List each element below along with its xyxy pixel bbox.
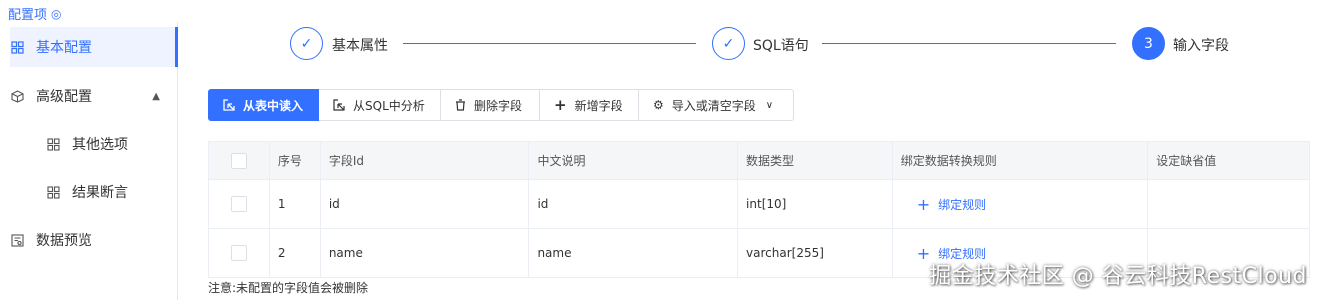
sidebar-item-advanced-config[interactable]: 高级配置 ▲ [10, 76, 178, 116]
step-number: 3 [1132, 27, 1165, 60]
table-header-row: 序号 字段Id 中文说明 数据类型 绑定数据转换规则 设定缺省值 [209, 142, 1309, 180]
check-icon: ✓ [712, 27, 745, 60]
watermark: 掘金技术社区 @ 谷云科技RestCloud [929, 264, 1307, 289]
row-checkbox[interactable] [231, 196, 247, 212]
table-row[interactable]: 1 id id int[10] + 绑定规则 [209, 180, 1309, 229]
preview-icon [10, 233, 24, 247]
row-index: 2 [270, 229, 321, 277]
description-cell[interactable]: name [529, 229, 739, 277]
trash-icon [455, 99, 466, 111]
cube-icon [10, 89, 24, 103]
sidebar-item-data-preview[interactable]: 数据预览 [10, 220, 178, 260]
sidebar-item-label: 基本配置 [36, 40, 92, 56]
chevron-up-icon[interactable]: ▲ [152, 91, 160, 102]
sidebar-item-label: 结果断言 [72, 185, 128, 201]
step-label: SQL语句 [753, 38, 809, 54]
read-from-table-button[interactable]: 从表中读入 [208, 89, 319, 121]
step-progress: ✓ 基本属性 ✓ SQL语句 3 输入字段 [290, 27, 1270, 61]
delete-field-button[interactable]: 删除字段 [441, 89, 540, 121]
config-title: 配置项 [8, 8, 48, 23]
step-connector [403, 43, 696, 44]
import-clear-dropdown[interactable]: ⚙ 导入或清空字段 ∨ [639, 89, 794, 121]
row-select-cell [209, 180, 270, 228]
check-icon: ✓ [290, 27, 323, 60]
analyze-sql-button[interactable]: 从SQL中分析 [319, 89, 441, 121]
sidebar-item-basic-config[interactable]: 基本配置 [10, 27, 178, 67]
field-id-cell[interactable]: id [321, 180, 530, 228]
data-type-cell[interactable]: varchar[255] [738, 229, 893, 277]
sidebar-item-label: 其他选项 [72, 137, 128, 153]
select-all-checkbox[interactable] [231, 152, 247, 169]
step-label: 输入字段 [1173, 38, 1229, 54]
step-connector [822, 43, 1116, 44]
sidebar-item-other-options[interactable]: 其他选项 [46, 124, 178, 164]
description-cell[interactable]: id [529, 180, 739, 228]
column-header: 中文说明 [529, 142, 739, 179]
rule-cell: + 绑定规则 [893, 180, 1149, 228]
row-checkbox[interactable] [231, 245, 247, 261]
column-header: 字段Id [321, 142, 530, 179]
select-icon [223, 99, 235, 111]
row-select-cell [209, 229, 270, 277]
grid-icon [10, 40, 24, 54]
column-header: 数据类型 [738, 142, 893, 179]
row-index: 1 [270, 180, 321, 228]
config-header: 配置项 ◎ [8, 4, 62, 24]
gear-icon: ⚙ [653, 98, 664, 112]
sidebar-item-label: 高级配置 [36, 89, 92, 105]
chevron-down-icon: ∨ [765, 99, 774, 111]
plus-icon: + [554, 96, 567, 114]
plus-icon: + [916, 194, 931, 214]
step-label: 基本属性 [332, 38, 388, 54]
select-all-cell [209, 142, 270, 179]
data-type-cell[interactable]: int[10] [738, 180, 893, 228]
footer-note: 注意:未配置的字段值会被删除 [208, 281, 369, 295]
column-header: 序号 [270, 142, 321, 179]
sidebar-item-result-assertion[interactable]: 结果断言 [46, 172, 178, 212]
default-value-cell[interactable] [1148, 180, 1309, 228]
sidebar-item-label: 数据预览 [36, 233, 92, 249]
grid-icon [46, 137, 60, 151]
column-header: 绑定数据转换规则 [893, 142, 1149, 179]
add-field-button[interactable]: + 新增字段 [540, 89, 639, 121]
sidebar: 基本配置 高级配置 ▲ 其他选项 结果断言 数据预览 [0, 22, 178, 300]
field-id-cell[interactable]: name [321, 229, 530, 277]
column-header: 设定缺省值 [1156, 154, 1217, 168]
field-toolbar: 从表中读入 从SQL中分析 删除字段 + 新增字段 ⚙ 导入或清空字段 ∨ [208, 89, 794, 121]
settings-icon[interactable]: ◎ [51, 7, 61, 21]
grid-icon [46, 185, 60, 199]
app-root: 配置项 ◎ 基本配置 高级配置 ▲ 其他选项 结果断言 数据预览 ✓ 基本属性 … [0, 0, 1319, 300]
plus-icon: + [916, 243, 931, 263]
bind-rule-link[interactable]: + 绑定规则 [901, 195, 986, 214]
select-icon [333, 99, 345, 111]
